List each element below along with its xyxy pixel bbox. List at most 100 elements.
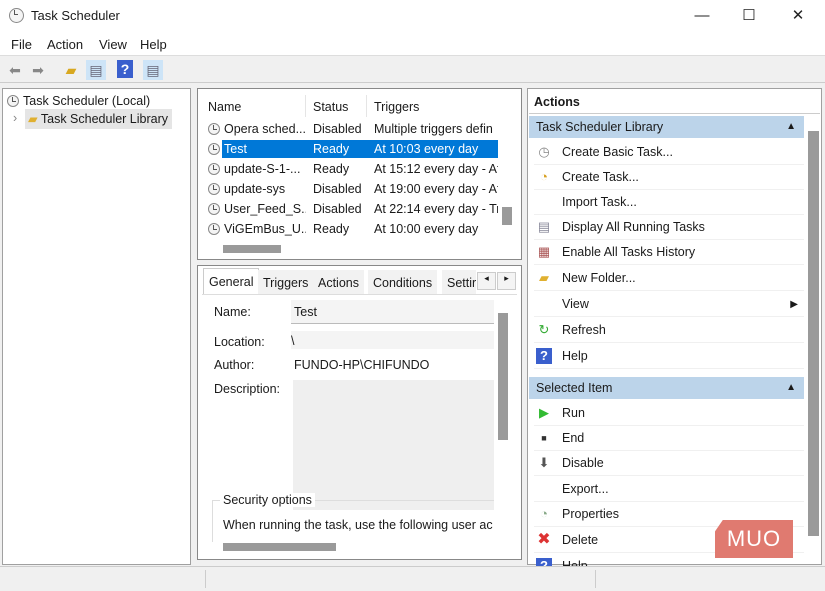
toolbar: ⬅ ➡ ▰ ▤ ? ▤ (0, 57, 825, 83)
clock-icon (208, 183, 220, 195)
security-options-text: When running the task, use the following… (223, 518, 493, 532)
tree-item-library[interactable]: ▰ Task Scheduler Library (25, 109, 173, 129)
clock-icon (208, 143, 220, 155)
action-enable-all-tasks-history[interactable]: ▦ Enable All Tasks History (534, 240, 804, 265)
description-field[interactable] (293, 380, 494, 510)
action-refresh[interactable]: ↻ Refresh (534, 318, 804, 343)
table-row[interactable]: User_Feed_S... Disabled At 22:14 every day… (198, 199, 521, 219)
action-view[interactable]: View ▶ (534, 292, 804, 317)
action-label: Enable All Tasks History (562, 245, 696, 259)
tab-scroll-left-icon[interactable]: ◂ (477, 272, 496, 290)
task-list: Name Status Triggers Opera sched... Disab… (197, 88, 522, 260)
action-help[interactable]: ? Help (534, 344, 804, 369)
actions-title: Actions (534, 95, 580, 109)
task-trigger-cell: At 15:12 every day - Aft (374, 162, 498, 176)
collapse-arrow-icon[interactable]: ▲ (786, 377, 796, 399)
task-name-cell: update-S-1-... (208, 159, 306, 179)
action-label: Help (562, 349, 588, 363)
column-header-status[interactable]: Status (313, 97, 348, 117)
maximize-button[interactable]: ☐ (729, 4, 769, 28)
action-label: End (562, 431, 585, 445)
tab-triggers[interactable]: Triggers (258, 270, 314, 294)
menu-file[interactable]: File (11, 37, 32, 52)
clock-icon (208, 203, 220, 215)
action-run[interactable]: ▶ Run (534, 401, 804, 426)
list-horizontal-scrollbar[interactable] (223, 245, 281, 253)
tab-general[interactable]: General (203, 268, 260, 295)
app-clock-icon (9, 8, 28, 24)
task-status-cell: Ready (313, 222, 350, 236)
action-disable[interactable]: ⬇ Disable (534, 451, 804, 476)
muo-watermark-logo: MUO (715, 520, 793, 558)
minimize-button[interactable]: — (682, 4, 722, 28)
collapse-arrow-icon[interactable]: ▲ (786, 116, 796, 138)
submenu-arrow-icon: ▶ (790, 299, 798, 310)
table-row[interactable]: update-S-1-... Ready At 15:12 every day - … (198, 159, 521, 179)
tree-root[interactable]: Task Scheduler (Local) (7, 91, 150, 111)
task-status-cell: Disabled (313, 182, 362, 196)
clock-icon (208, 123, 220, 135)
disable-icon: ⬇ (538, 455, 550, 470)
action-create-basic-task[interactable]: ◷ Create Basic Task... (534, 140, 804, 165)
task-status-cell: Ready (313, 142, 350, 156)
action-group-header[interactable]: Task Scheduler Library ▲ (529, 116, 804, 138)
details-horizontal-scrollbar[interactable] (223, 543, 336, 551)
help-icon[interactable]: ? (117, 60, 133, 78)
action-label: Refresh (562, 323, 606, 337)
action-label: Import Task... (562, 195, 637, 209)
show-hide-console-tree-icon[interactable]: ▤ (86, 60, 106, 80)
description-label: Description: (214, 382, 280, 396)
action-group-header[interactable]: Selected Item ▲ (529, 377, 804, 399)
action-label: Run (562, 406, 585, 420)
task-name-cell: ViGEmBus_U... (208, 219, 306, 239)
action-create-task[interactable]: ◔ Create Task... (534, 165, 804, 190)
tree-root-label: Task Scheduler (Local) (23, 94, 151, 108)
properties-icon: ◔ (540, 506, 548, 521)
back-icon[interactable]: ⬅ (5, 60, 25, 80)
action-end[interactable]: ■ End (534, 426, 804, 451)
refresh-icon: ↻ (538, 322, 550, 337)
action-display-all-running-tasks[interactable]: ▤ Display All Running Tasks (534, 215, 804, 240)
details-vertical-scrollbar[interactable] (498, 313, 508, 440)
expand-chevron-icon[interactable]: › (13, 111, 17, 125)
menu-help[interactable]: Help (140, 37, 167, 52)
name-label: Name: (214, 305, 251, 319)
table-row[interactable]: ViGEmBus_U... Ready At 10:00 every day (198, 219, 521, 239)
table-row[interactable]: Test Ready At 10:03 every day (198, 139, 521, 159)
menu-action[interactable]: Action (47, 37, 83, 52)
menu-view[interactable]: View (99, 37, 127, 52)
tab-actions[interactable]: Actions (313, 270, 364, 294)
table-row[interactable]: update-sys Disabled At 19:00 every day - A… (198, 179, 521, 199)
column-header-name[interactable]: Name (208, 97, 241, 117)
actions-scrollbar[interactable] (808, 131, 819, 536)
forward-icon[interactable]: ➡ (28, 60, 48, 80)
action-new-folder[interactable]: ▰ New Folder... (534, 266, 804, 291)
tab-settir[interactable]: Settir (442, 270, 476, 294)
delete-icon: ✖ (537, 531, 551, 548)
folder-icon: ▰ (539, 270, 549, 285)
task-name-cell: Opera sched... (208, 119, 306, 139)
create-basic-task-icon: ◷ (538, 144, 550, 159)
folder-up-icon[interactable]: ▰ (61, 60, 81, 80)
task-name-cell: update-sys (208, 179, 306, 199)
action-label: Create Basic Task... (562, 145, 673, 159)
show-hide-action-pane-icon[interactable]: ▤ (143, 60, 163, 80)
close-button[interactable]: ✕ (778, 4, 818, 28)
task-trigger-cell: At 10:00 every day (374, 222, 479, 236)
task-name: ViGEmBus_U... (224, 222, 306, 236)
task-trigger-cell: At 10:03 every day (374, 142, 479, 156)
location-label: Location: (214, 335, 265, 349)
tab-scroll-right-icon[interactable]: ▸ (497, 272, 516, 290)
column-header-triggers[interactable]: Triggers (374, 97, 419, 117)
action-import-task[interactable]: Import Task... (534, 190, 804, 215)
table-row[interactable]: Opera sched... Disabled Multiple triggers … (198, 119, 521, 139)
author-value: FUNDO-HP\CHIFUNDO (294, 358, 430, 372)
name-field[interactable]: Test (291, 300, 494, 324)
menu-bar: File Action View Help (0, 32, 825, 56)
window-title: Task Scheduler (31, 8, 120, 23)
tab-conditions[interactable]: Conditions (368, 270, 438, 294)
create-task-icon: ◔ (540, 169, 548, 184)
action-export[interactable]: Export... (534, 477, 804, 502)
task-name: Test (224, 142, 247, 156)
action-group-title: Task Scheduler Library (536, 120, 664, 134)
